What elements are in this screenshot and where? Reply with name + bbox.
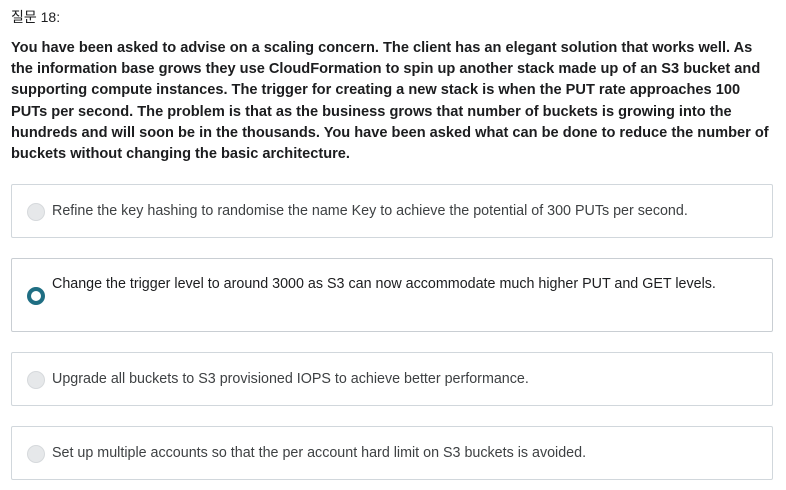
answer-option-2[interactable]: Change the trigger level to around 3000 … [11,258,773,332]
question-text: You have been asked to advise on a scali… [11,40,769,163]
answer-option-label: Upgrade all buckets to S3 provisioned IO… [52,371,529,387]
question-number: 질문 18: [11,9,61,25]
radio-unselected-icon[interactable] [27,371,45,389]
answer-option-3[interactable]: Upgrade all buckets to S3 provisioned IO… [11,352,773,406]
answer-option-label: Change the trigger level to around 3000 … [52,276,716,292]
answer-option-label: Refine the key hashing to randomise the … [52,203,688,219]
answer-option-4[interactable]: Set up multiple accounts so that the per… [11,426,773,480]
radio-unselected-icon[interactable] [27,203,45,221]
answer-option-1[interactable]: Refine the key hashing to randomise the … [11,184,773,238]
radio-selected-icon[interactable] [27,287,45,305]
answer-option-label: Set up multiple accounts so that the per… [52,445,587,461]
quiz-page: 질문 18: You have been asked to advise on … [0,0,786,490]
radio-unselected-icon[interactable] [27,445,45,463]
